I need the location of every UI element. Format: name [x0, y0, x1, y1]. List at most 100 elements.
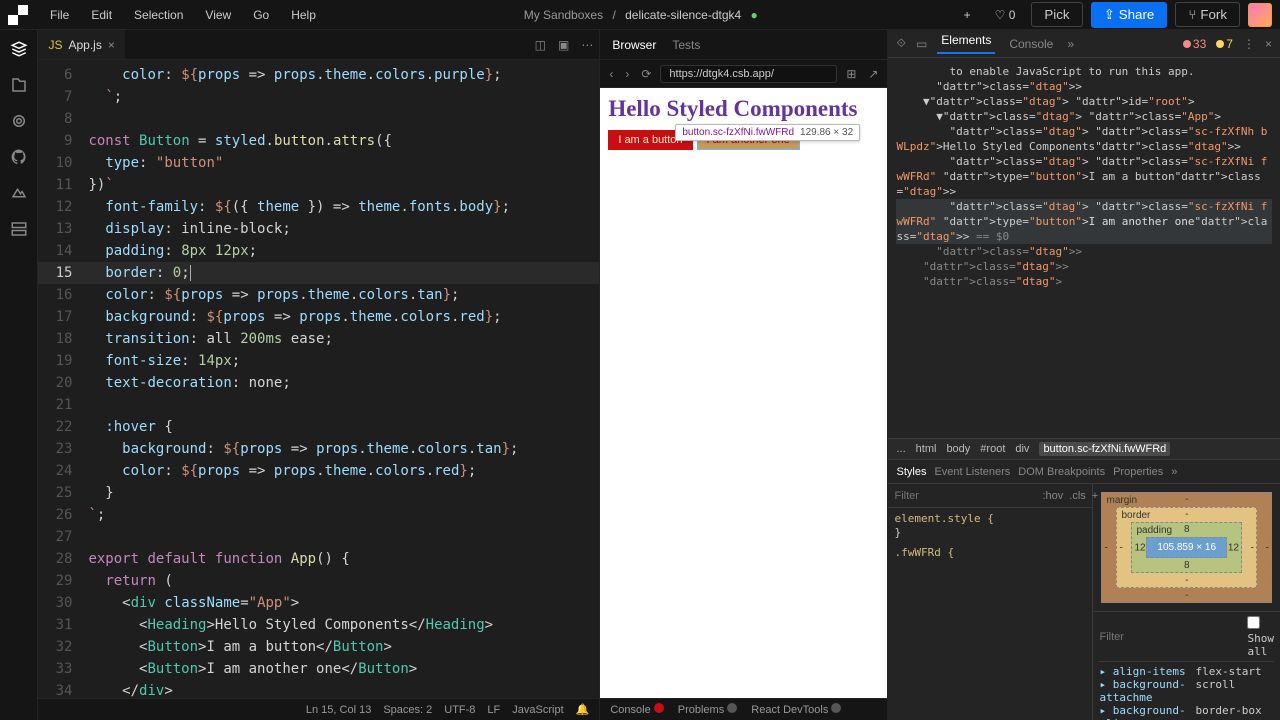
tab-tests[interactable]: Tests [672, 38, 700, 52]
status-spaces[interactable]: Spaces: 2 [383, 704, 432, 716]
menu-edit[interactable]: Edit [81, 4, 122, 26]
subtab-dom-breakpoints[interactable]: DOM Breakpoints [1018, 466, 1105, 478]
fork-icon: ⑂ [1188, 7, 1196, 22]
reload-icon[interactable]: ⟳ [638, 67, 654, 81]
like-button[interactable]: ♡ 0 [987, 4, 1024, 26]
devtools-close-icon[interactable]: × [1265, 37, 1272, 51]
error-badge[interactable]: 33 [1183, 37, 1206, 51]
tab-console[interactable]: Console [1005, 37, 1057, 51]
subtab-styles[interactable]: Styles [896, 466, 926, 478]
status-bar: Ln 15, Col 13 Spaces: 2 UTF-8 LF JavaScr… [38, 698, 599, 720]
add-icon[interactable]: + [956, 4, 979, 26]
box-border: border ---- padding 881212 105.859 × 16 [1116, 507, 1257, 588]
pick-button[interactable]: Pick [1031, 2, 1082, 27]
dom-tree[interactable]: to enable JavaScript to run this app. "d… [888, 58, 1280, 438]
code-editor[interactable]: 6 color: ${props => props.theme.colors.p… [38, 60, 599, 698]
breadcrumb: My Sandboxes / delicate-silence-dtgk4 ● [328, 8, 954, 22]
inspect-icon[interactable]: ⟐ [896, 36, 905, 51]
crumb[interactable]: div [1015, 443, 1029, 455]
box-content: 105.859 × 16 [1146, 537, 1227, 558]
crumb[interactable]: body [946, 443, 970, 455]
menu-help[interactable]: Help [281, 4, 326, 26]
breadcrumb-name[interactable]: delicate-silence-dtgk4 [625, 8, 741, 22]
crumb[interactable]: #root [980, 443, 1005, 455]
share-button[interactable]: ⇪Share [1091, 2, 1168, 28]
url-input[interactable]: https://dtgk4.csb.app/ [660, 65, 837, 83]
styles-pane: :hov .cls + element.style {}.fwWFRd {</s… [888, 484, 1093, 720]
menu-selection[interactable]: Selection [124, 4, 193, 26]
tab-label: App.js [68, 38, 101, 52]
tab-browser[interactable]: Browser [612, 38, 656, 52]
status-lang[interactable]: JavaScript [512, 704, 563, 716]
tab-elements[interactable]: Elements [937, 33, 995, 54]
explorer-icon[interactable] [8, 38, 30, 60]
crumb[interactable]: ... [896, 443, 905, 455]
github-icon[interactable] [8, 146, 30, 168]
style-rules[interactable]: element.style {}.fwWFRd {</span></div><d… [888, 508, 1092, 720]
styles-subtabs: Styles Event Listeners DOM Breakpoints Prop… [888, 460, 1280, 484]
box-padding: padding 881212 105.859 × 16 [1131, 522, 1242, 573]
forward-icon[interactable]: › [622, 67, 632, 81]
activity-bar [0, 30, 38, 720]
crumb[interactable]: html [916, 443, 937, 455]
footer-react[interactable]: React DevTools [751, 703, 841, 716]
tab-appjs[interactable]: JS App.js × [38, 30, 124, 59]
status-pos[interactable]: Ln 15, Col 13 [306, 704, 371, 716]
js-icon: JS [48, 38, 62, 52]
editor-column: JS App.js × ◫ ▣ ⋯ 6 color: ${props => pr… [38, 30, 600, 720]
crumb[interactable]: button.sc-fzXfNi.fwWFRd [1039, 442, 1170, 456]
computed-filter-input[interactable] [1099, 616, 1241, 658]
server-icon[interactable] [8, 218, 30, 240]
computed-pane: Show all ▸ align-itemsflex-start▸ backgr… [1093, 611, 1280, 720]
cls-toggle[interactable]: .cls [1069, 490, 1086, 502]
status-enc[interactable]: UTF-8 [444, 704, 475, 716]
preview-tabs: Browser Tests [600, 30, 887, 60]
preview-column: Browser Tests ‹ › ⟳ https://dtgk4.csb.ap… [600, 30, 888, 720]
warning-badge[interactable]: 7 [1216, 37, 1233, 51]
settings-icon[interactable] [8, 110, 30, 132]
fork-button[interactable]: ⑂Fork [1175, 2, 1240, 27]
devtools: ⟐ ▭ Elements Console » 33 7 ⋮ × to enabl… [888, 30, 1280, 720]
status-eol[interactable]: LF [487, 704, 500, 716]
synced-icon: ● [751, 8, 758, 22]
menubar: FileEditSelectionViewGoHelp My Sandboxes… [0, 0, 1280, 30]
search-icon[interactable] [8, 74, 30, 96]
devtools-tabs: ⟐ ▭ Elements Console » 33 7 ⋮ × [888, 30, 1280, 58]
dom-breadcrumbs: ... html body #root div button.sc-fzXfNi.fwWF… [888, 438, 1280, 460]
notifications-icon[interactable]: 🔔 [576, 703, 590, 716]
layout-icon[interactable]: ▣ [552, 38, 575, 52]
preview-heading: Hello Styled Components [600, 88, 887, 126]
preview-footer: Console Problems React DevTools [600, 698, 887, 720]
inspect-tooltip: button.sc-fzXfNi.fwWFRd 129.86 × 32 [675, 124, 860, 141]
deploy-icon[interactable] [8, 182, 30, 204]
url-bar: ‹ › ⟳ https://dtgk4.csb.app/ ⊞ ↗ [600, 60, 887, 88]
menu-file[interactable]: File [40, 4, 79, 26]
hov-toggle[interactable]: :hov [1042, 490, 1063, 502]
tabs-overflow-icon[interactable]: » [1067, 37, 1074, 51]
box-model-pane: margin ---- border ---- padding 881212 1… [1093, 484, 1280, 720]
show-all-toggle[interactable]: Show all [1247, 616, 1274, 658]
open-external-icon[interactable]: ↗ [865, 67, 881, 81]
app-logo[interactable] [8, 5, 28, 25]
footer-console[interactable]: Console [610, 703, 663, 716]
share-icon: ⇪ [1104, 7, 1115, 23]
box-margin: margin ---- border ---- padding 881212 1… [1101, 492, 1272, 603]
styles-filter-input[interactable] [894, 490, 1036, 502]
editor-tabs: JS App.js × ◫ ▣ ⋯ [38, 30, 599, 60]
back-icon[interactable]: ‹ [606, 67, 616, 81]
menu-view[interactable]: View [195, 4, 241, 26]
breadcrumb-root[interactable]: My Sandboxes [524, 8, 603, 22]
preview-frame: Hello Styled Components button.sc-fzXfNi… [600, 88, 887, 698]
device-icon[interactable]: ▭ [916, 37, 927, 51]
menu-go[interactable]: Go [243, 4, 279, 26]
more-icon[interactable]: ⋯ [575, 38, 599, 52]
close-icon[interactable]: × [108, 38, 115, 52]
structure-icon[interactable]: ⊞ [843, 67, 859, 81]
avatar[interactable] [1248, 3, 1272, 27]
split-icon[interactable]: ◫ [529, 38, 552, 52]
devtools-settings-icon[interactable]: ⋮ [1243, 37, 1255, 51]
subtab-properties[interactable]: Properties [1113, 466, 1163, 478]
subtabs-overflow-icon[interactable]: » [1171, 466, 1177, 478]
footer-problems[interactable]: Problems [678, 703, 738, 716]
subtab-event-listeners[interactable]: Event Listeners [934, 466, 1010, 478]
